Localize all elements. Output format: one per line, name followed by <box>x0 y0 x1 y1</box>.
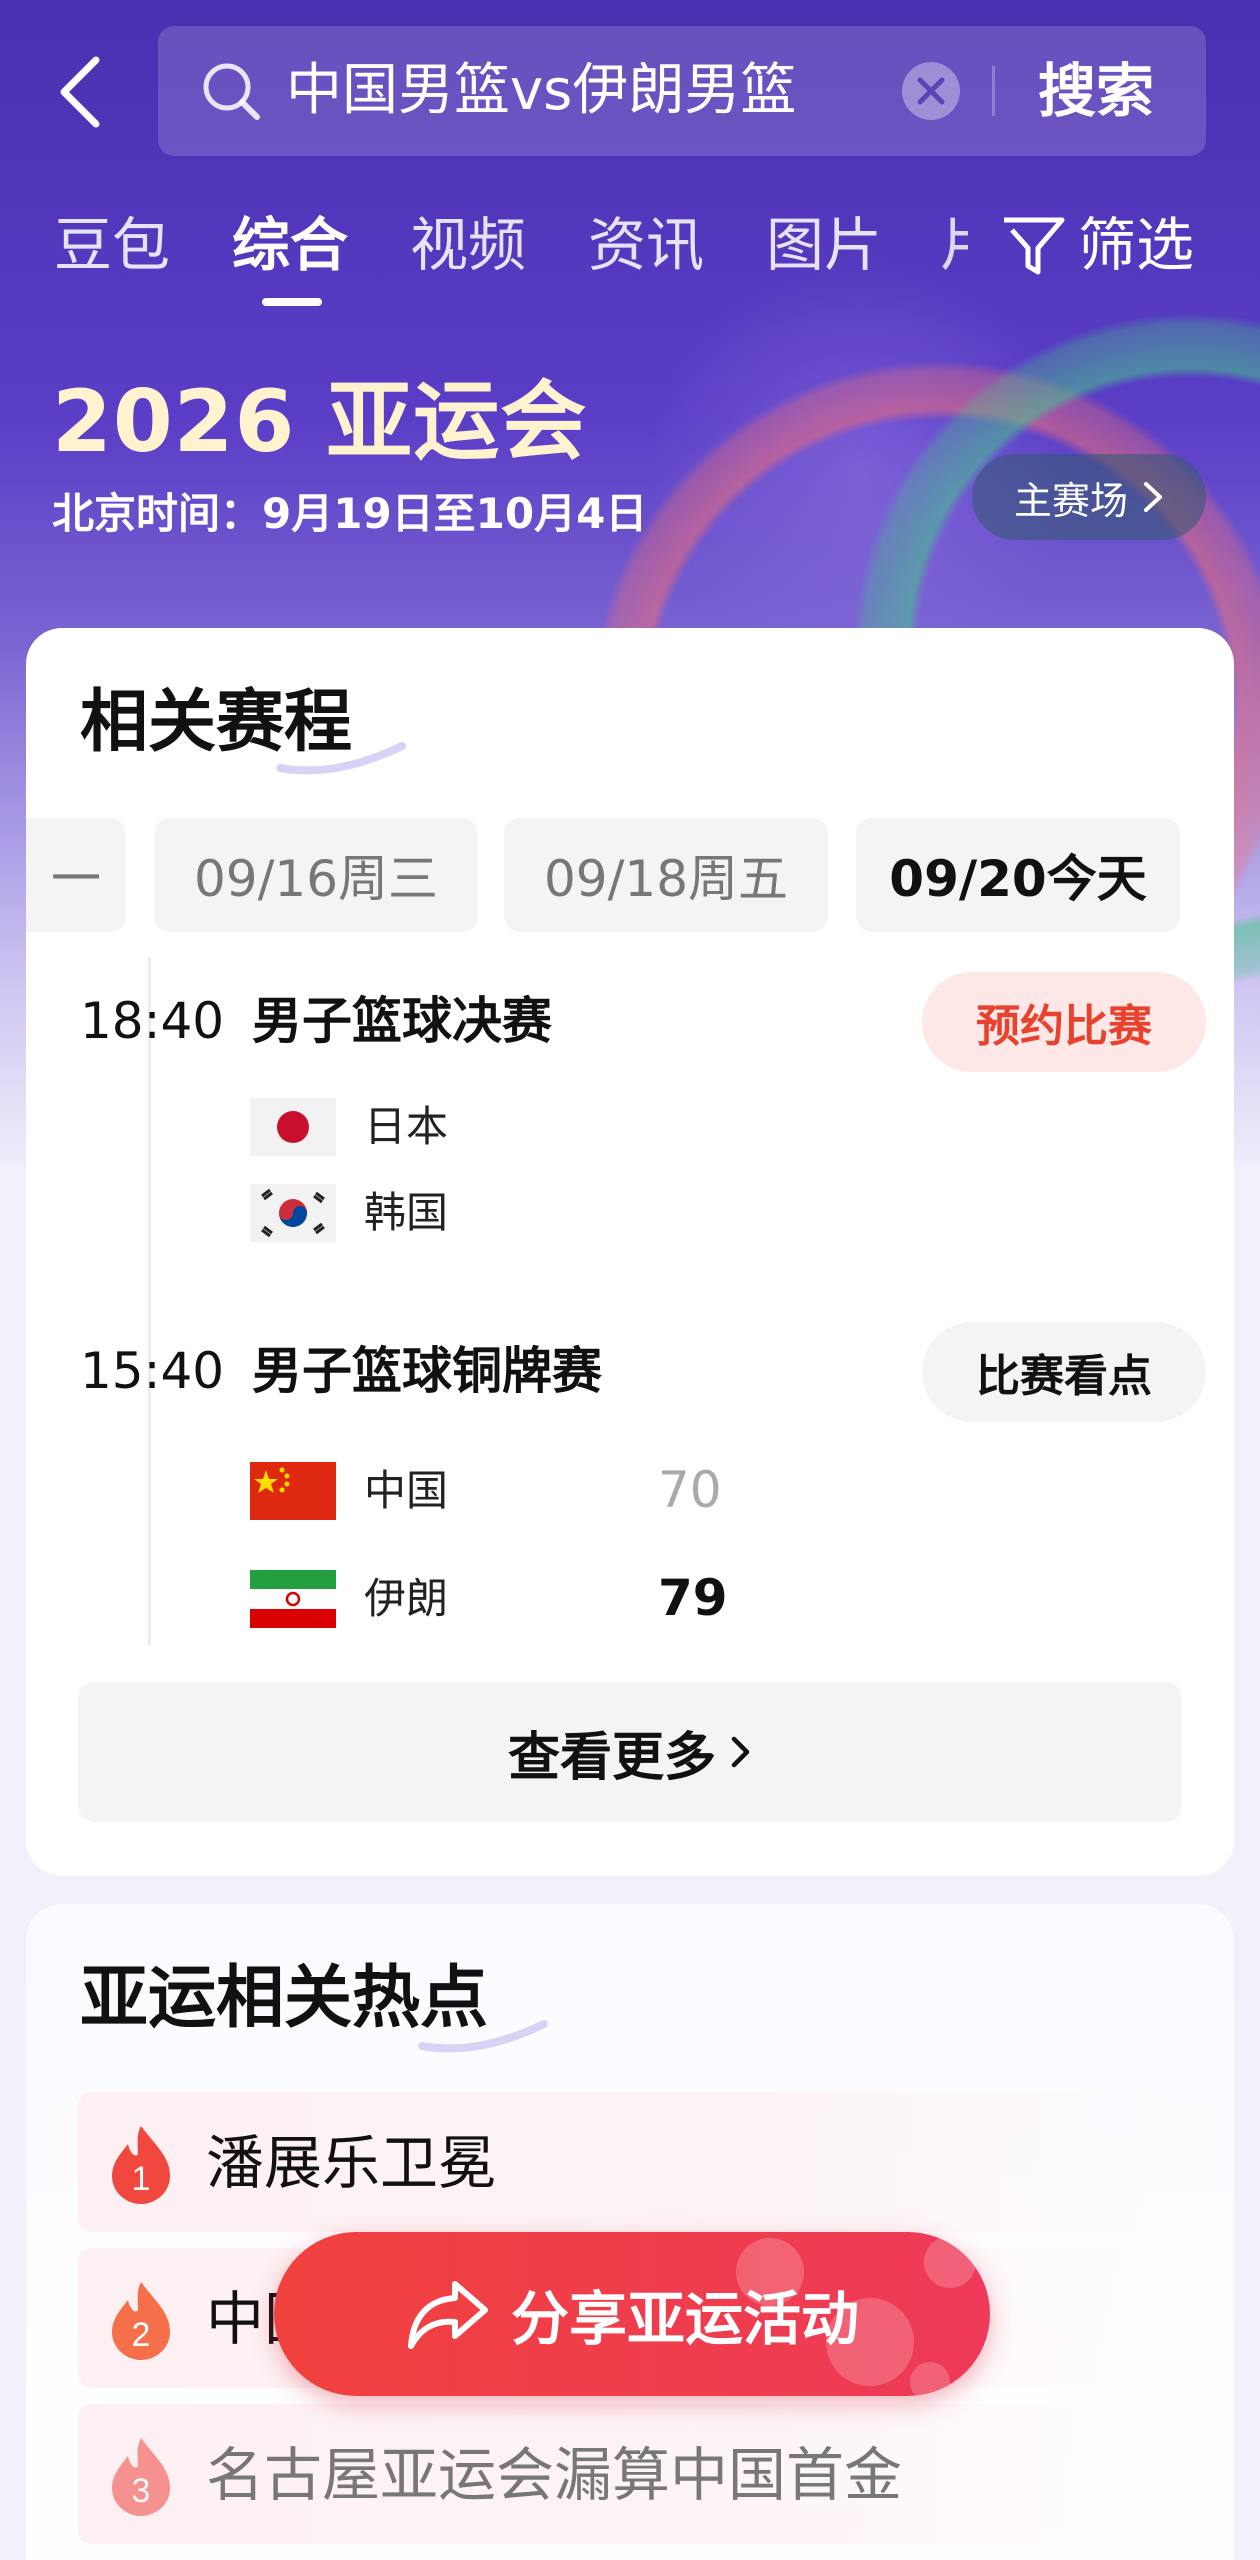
see-more-button[interactable]: 查看更多 <box>78 1682 1182 1822</box>
hot-topic-text: 潘展乐卫冕 <box>206 2129 497 2197</box>
date-tab-prev[interactable]: 一 <box>26 818 126 932</box>
title-swoosh <box>418 2020 548 2053</box>
date-tab-0918[interactable]: 09/18周五 <box>504 818 828 932</box>
game-highlights-button[interactable]: 比赛看点 <box>922 1322 1206 1422</box>
main-venue-button[interactable]: 主赛场 <box>972 454 1206 540</box>
hot-topic-item[interactable]: 3 名古屋亚运会漏算中国首金 <box>78 2404 1182 2544</box>
clear-icon[interactable] <box>900 60 962 122</box>
chevron-right-icon <box>1144 482 1162 512</box>
flame-rank-icon: 2 <box>112 2282 170 2360</box>
title-swoosh <box>276 742 406 775</box>
iran-flag <box>250 1570 336 1628</box>
team-name: 日本 <box>364 1102 449 1151</box>
tab-news[interactable]: 资讯 <box>588 200 704 290</box>
main-venue-label: 主赛场 <box>1013 478 1128 523</box>
active-tab-indicator <box>262 298 322 306</box>
search-divider <box>992 66 995 116</box>
filter-button[interactable]: 筛选 <box>1000 200 1194 290</box>
search-input[interactable]: 中国男篮vs伊朗男篮 <box>286 58 986 124</box>
filter-icon <box>1004 217 1065 275</box>
korea-flag <box>250 1184 336 1242</box>
svg-text:3: 3 <box>132 2472 151 2510</box>
share-arrow-icon <box>407 2281 488 2349</box>
team-score: 79 <box>658 1569 728 1627</box>
chevron-left-icon <box>60 56 100 128</box>
flame-rank-icon: 1 <box>112 2126 170 2204</box>
share-label: 分享亚运活动 <box>510 2285 859 2353</box>
filter-label: 筛选 <box>1078 211 1195 279</box>
date-tab-0920[interactable]: 09/20今天 <box>856 818 1180 932</box>
hot-topic-item[interactable]: 1 潘展乐卫冕 <box>78 2092 1182 2232</box>
search-icon <box>203 63 260 120</box>
team-name: 中国 <box>364 1466 449 1515</box>
share-activity-button[interactable]: 分享亚运活动 <box>274 2232 990 2396</box>
team-name: 韩国 <box>364 1188 449 1237</box>
svg-text:1: 1 <box>132 2160 151 2198</box>
tab-overflow[interactable]: 片 <box>940 200 968 290</box>
japan-flag <box>250 1098 336 1156</box>
game-time: 18:40 <box>80 992 225 1050</box>
flame-rank-icon: 3 <box>112 2438 170 2516</box>
game-name[interactable]: 男子篮球决赛 <box>252 986 552 1056</box>
team-score: 70 <box>658 1461 722 1519</box>
timeline-line <box>148 958 151 1646</box>
back-button[interactable] <box>50 52 110 132</box>
tab-images[interactable]: 图片 <box>766 200 882 290</box>
schedule-card: 相关赛程 一 09/16周三 09/18周五 09/20今天 18:40 男子篮… <box>26 628 1234 1876</box>
see-more-label: 查看更多 <box>507 1727 716 1788</box>
search-bar[interactable]: 中国男篮vs伊朗男篮 搜索 <box>158 26 1206 156</box>
svg-text:2: 2 <box>132 2316 151 2354</box>
hot-topic-text: 名古屋亚运会漏算中国首金 <box>206 2441 903 2509</box>
tab-doubao[interactable]: 豆包 <box>54 200 170 290</box>
reserve-game-button[interactable]: 预约比赛 <box>922 972 1206 1072</box>
tab-general[interactable]: 综合 <box>232 200 348 290</box>
chevron-right-icon <box>731 1736 750 1768</box>
team-name: 伊朗 <box>364 1574 449 1623</box>
china-flag <box>250 1462 336 1520</box>
search-button[interactable]: 搜索 <box>1038 56 1154 126</box>
category-tabs: 豆包 综合 视频 资讯 图片 片 筛选 <box>0 200 1260 310</box>
game-time: 15:40 <box>80 1342 225 1400</box>
event-dates: 北京时间：9月19日至10月4日 <box>52 489 648 538</box>
date-tab-0916[interactable]: 09/16周三 <box>154 818 478 932</box>
event-title: 2026 亚运会 <box>52 372 588 472</box>
game-name[interactable]: 男子篮球铜牌赛 <box>252 1336 602 1406</box>
tab-video[interactable]: 视频 <box>410 200 526 290</box>
